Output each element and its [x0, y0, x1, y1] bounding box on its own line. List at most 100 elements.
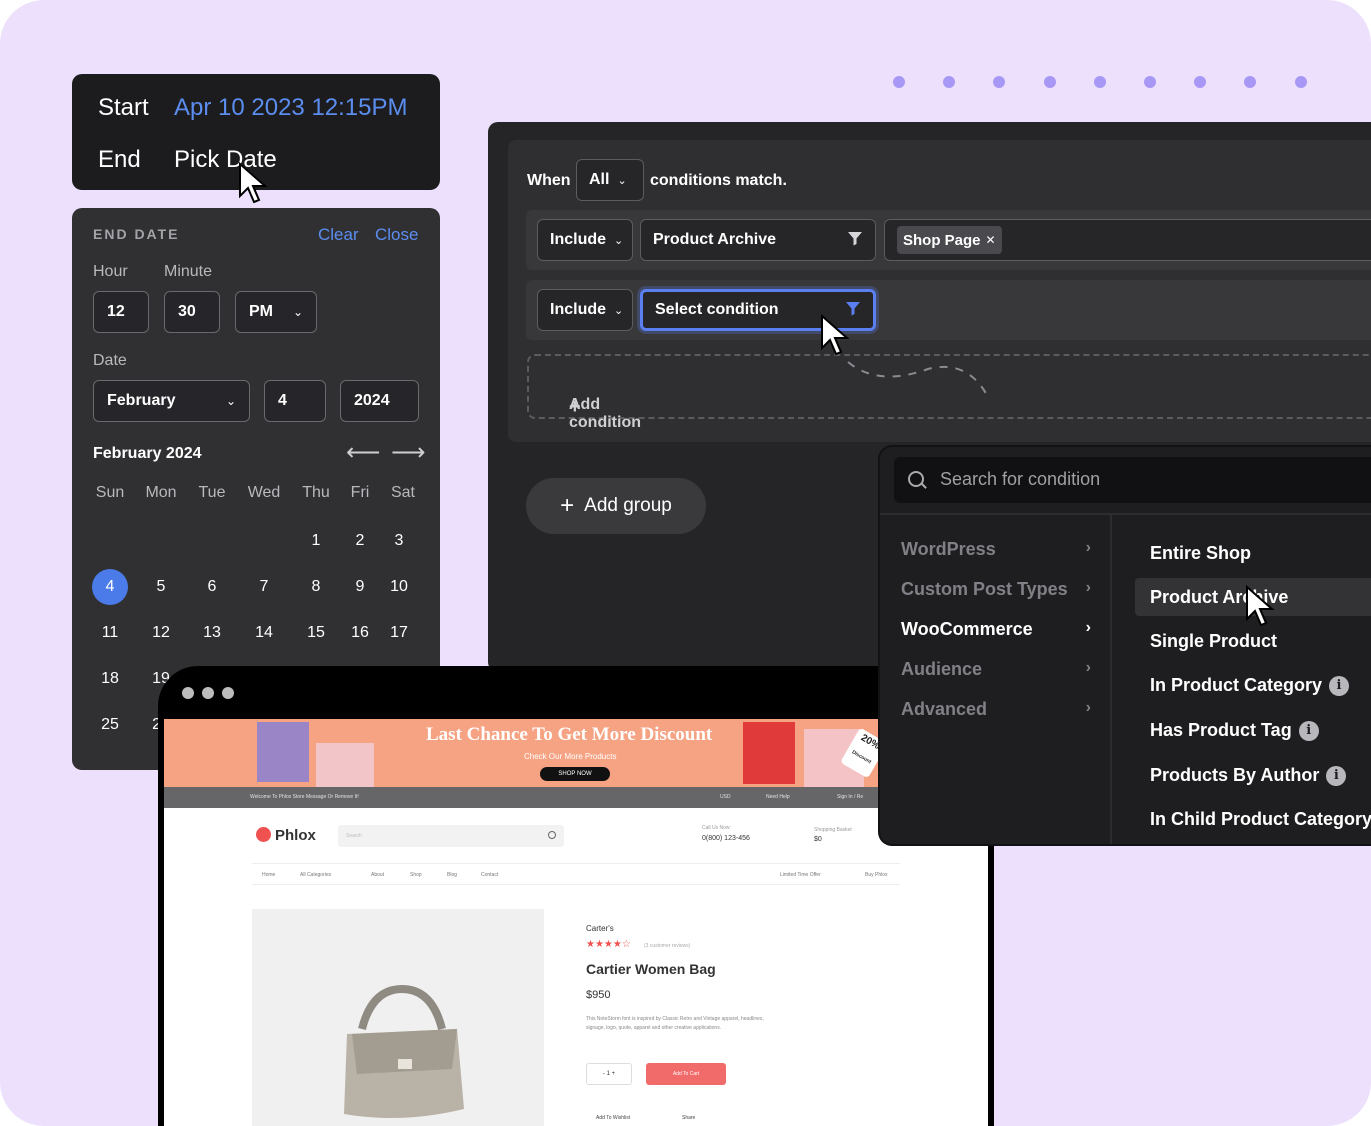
add-to-wishlist-link[interactable]: Add To Wishlist: [596, 1115, 630, 1121]
selected-day[interactable]: 4: [92, 569, 128, 605]
calendar-day[interactable]: 1: [298, 523, 334, 559]
calendar-day[interactable]: 3: [381, 523, 417, 559]
call-label: Call Us Now:: [702, 825, 731, 831]
calendar-day[interactable]: 25: [92, 707, 128, 743]
calendar-day[interactable]: 17: [381, 615, 417, 651]
calendar-day[interactable]: 16: [342, 615, 378, 651]
category-wordpress[interactable]: WordPress ›: [901, 539, 1091, 560]
calendar-day[interactable]: 14: [246, 615, 282, 651]
option-has-product-tag[interactable]: Has Product Tag i: [1150, 720, 1319, 741]
site-nav-link[interactable]: Home: [262, 872, 275, 878]
hour-input[interactable]: 12: [93, 291, 149, 333]
search-icon: [548, 831, 556, 839]
window-dot: [222, 687, 234, 699]
product-price: $950: [586, 989, 611, 1001]
site-logo[interactable]: Phlox: [256, 827, 316, 844]
option-products-by-author[interactable]: Products By Author i: [1150, 765, 1347, 786]
day-input[interactable]: 4: [264, 380, 326, 422]
next-month-arrow-icon[interactable]: ⟶: [391, 438, 425, 467]
calendar-day[interactable]: 15: [298, 615, 334, 651]
site-nav-link[interactable]: Limited Time Offer: [780, 872, 821, 878]
currency-select[interactable]: USD: [720, 794, 731, 800]
sign-in-link[interactable]: Sign In / Re: [837, 794, 863, 800]
calendar-day[interactable]: 2: [342, 523, 378, 559]
need-help-link[interactable]: Need Help: [766, 794, 790, 800]
date-label: Date: [93, 352, 127, 369]
calendar-day[interactable]: 18: [92, 661, 128, 697]
option-label: Single Product: [1150, 631, 1278, 651]
category-woocommerce[interactable]: WooCommerce ›: [901, 619, 1091, 640]
shop-page: Last Chance To Get More Discount Check O…: [164, 719, 988, 1126]
end-label: End: [98, 146, 141, 173]
row1-mode-select[interactable]: Include ⌄: [537, 219, 633, 261]
start-row[interactable]: Start Apr 10 2023 12:15PM: [98, 94, 408, 122]
info-icon[interactable]: i: [1329, 676, 1350, 696]
decorative-dot: [1294, 76, 1307, 88]
chip-label: Shop Page: [903, 231, 981, 249]
row2-mode-select[interactable]: Include ⌄: [537, 289, 633, 331]
calendar-day[interactable]: 12: [143, 615, 179, 651]
info-icon[interactable]: i: [1298, 721, 1319, 741]
add-group-button[interactable]: + Add group: [526, 478, 706, 534]
site-nav-link[interactable]: About: [371, 872, 384, 878]
basket-value[interactable]: $0: [814, 836, 822, 843]
add-to-cart-button[interactable]: Add To Cart: [646, 1063, 726, 1085]
minute-input[interactable]: 30: [164, 291, 220, 333]
option-entire-shop[interactable]: Entire Shop: [1150, 543, 1251, 564]
clear-button[interactable]: Clear: [318, 225, 359, 245]
site-search-placeholder: Search: [346, 833, 362, 839]
option-in-child-product-category[interactable]: In Child Product Category: [1150, 809, 1371, 830]
top-bar: Welcome To Phlox Store Message Or Remove…: [164, 787, 988, 808]
calendar-day[interactable]: 13: [194, 615, 230, 651]
option-label: Has Product Tag: [1150, 720, 1292, 740]
match-mode-select[interactable]: All ⌄: [576, 159, 644, 201]
ampm-select[interactable]: PM ⌄: [235, 291, 317, 333]
calendar-day[interactable]: 9: [342, 569, 378, 605]
site-nav-link[interactable]: All Categories: [300, 872, 331, 878]
calendar-day[interactable]: 7: [246, 569, 282, 605]
badge-label: Discount: [850, 749, 873, 766]
calendar-day[interactable]: 10: [381, 569, 417, 605]
option-in-product-category[interactable]: In Product Category i: [1150, 675, 1350, 696]
calendar-day[interactable]: 8: [298, 569, 334, 605]
review-count[interactable]: (3 customer reviews): [644, 943, 690, 949]
calendar-day[interactable]: 6: [194, 569, 230, 605]
category-advanced[interactable]: Advanced ›: [901, 699, 1091, 720]
row1-mode-value: Include: [550, 231, 607, 248]
site-nav-link[interactable]: Buy Phlox: [865, 872, 888, 878]
category-custom-post-types[interactable]: Custom Post Types ›: [901, 579, 1091, 600]
weekday-header: Sat: [390, 484, 415, 501]
add-group-label: Add group: [584, 495, 672, 516]
close-icon[interactable]: ✕: [986, 233, 996, 247]
phone-number: 0(800) 123-456: [702, 835, 750, 842]
chevron-right-icon: ›: [1085, 539, 1091, 556]
category-audience[interactable]: Audience ›: [901, 659, 1091, 680]
calendar-day[interactable]: 11: [92, 615, 128, 651]
search-placeholder: Search for condition: [940, 469, 1101, 489]
site-nav-link[interactable]: Shop: [410, 872, 422, 878]
option-label: Products By Author: [1150, 765, 1320, 785]
row1-condition-select[interactable]: Product Archive: [640, 219, 876, 261]
match-suffix: conditions match.: [650, 172, 787, 189]
shop-page-chip[interactable]: Shop Page ✕: [897, 226, 1002, 254]
site-nav-link[interactable]: Contact: [481, 872, 498, 878]
month-select[interactable]: February ⌄: [93, 380, 250, 422]
condition-search-input[interactable]: Search for condition: [894, 457, 1371, 503]
close-button[interactable]: Close: [375, 225, 418, 245]
site-search-input[interactable]: Search: [338, 825, 564, 847]
info-icon[interactable]: i: [1326, 766, 1347, 786]
model-photo: [743, 722, 795, 784]
calendar-day[interactable]: 5: [143, 569, 179, 605]
site-nav-link[interactable]: Blog: [447, 872, 457, 878]
handbag-image: [344, 984, 464, 1118]
start-value[interactable]: Apr 10 2023 12:15PM: [174, 94, 408, 122]
logo-text: Phlox: [275, 827, 316, 844]
prev-month-arrow-icon[interactable]: ⟵: [346, 438, 380, 467]
shop-now-button[interactable]: SHOP NOW: [540, 767, 610, 781]
year-input[interactable]: 2024: [340, 380, 419, 422]
option-single-product[interactable]: Single Product: [1150, 631, 1277, 652]
end-row[interactable]: End Pick Date: [98, 146, 277, 174]
quantity-stepper[interactable]: - 1 +: [586, 1063, 632, 1085]
share-link[interactable]: Share: [682, 1115, 695, 1121]
decorative-dot: [1194, 76, 1207, 88]
